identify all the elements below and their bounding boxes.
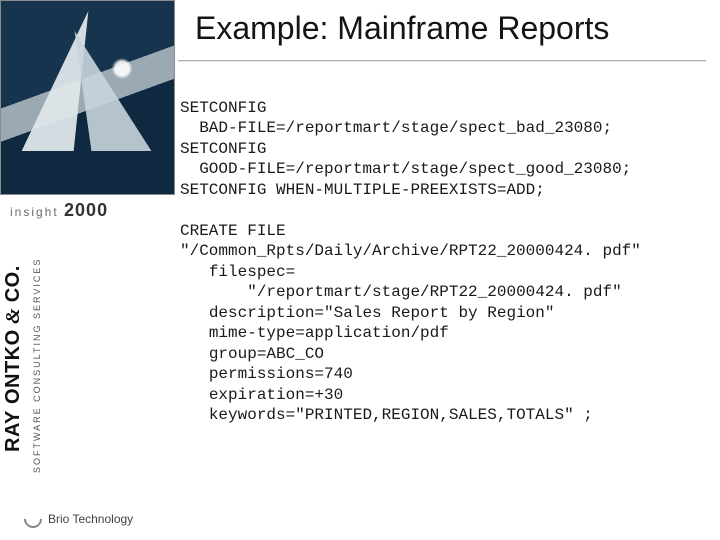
slide: insight 2000 RAY ONTKO & CO. SOFTWARE CO… [0, 0, 720, 540]
company-logo: RAY ONTKO & CO. SOFTWARE CONSULTING SERV… [8, 232, 158, 265]
title-underline [178, 60, 706, 61]
insight-year: 2000 [64, 200, 108, 220]
code-block: SETCONFIG BAD-FILE=/reportmart/stage/spe… [180, 98, 705, 426]
slide-title: Example: Mainframe Reports [195, 10, 695, 47]
sailboat-photo [0, 0, 175, 195]
insight-label: insight [10, 205, 59, 219]
brio-logo: Brio Technology [24, 510, 133, 528]
left-graphic-strip: insight 2000 RAY ONTKO & CO. SOFTWARE CO… [0, 0, 160, 540]
brio-text: Brio Technology [48, 512, 133, 526]
company-tagline: SOFTWARE CONSULTING SERVICES [32, 323, 42, 473]
swirl-icon [20, 506, 45, 531]
company-name: RAY ONTKO & CO. [2, 302, 25, 452]
insight-2000-logo: insight 2000 [10, 200, 108, 221]
